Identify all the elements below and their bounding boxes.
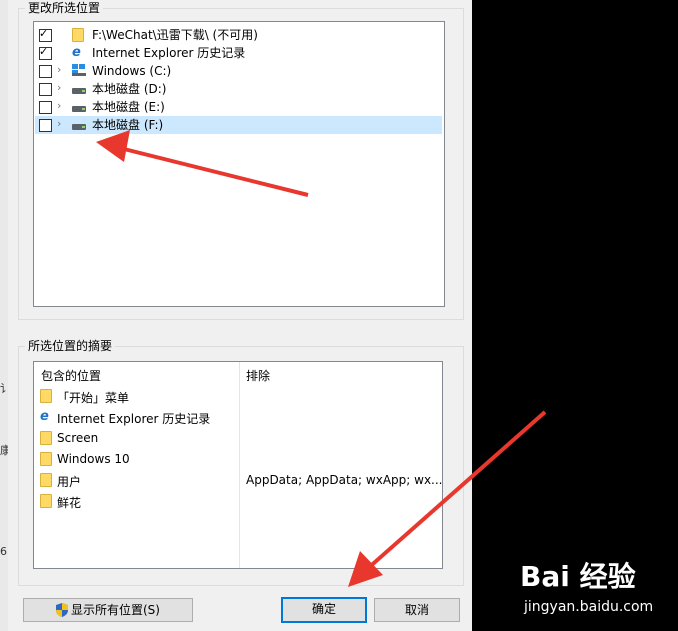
annotation-arrows: [96, 130, 547, 587]
watermark-url: jingyan.baidu.com: [524, 599, 654, 615]
annotation-arrow-drive-f: [96, 130, 309, 197]
watermark-logo: Bai 经验: [520, 560, 636, 593]
annotation-arrow-ok-button: [348, 410, 547, 587]
baidu-jingyan-watermark: Bai 经验 jingyan.baidu.com: [520, 555, 670, 627]
